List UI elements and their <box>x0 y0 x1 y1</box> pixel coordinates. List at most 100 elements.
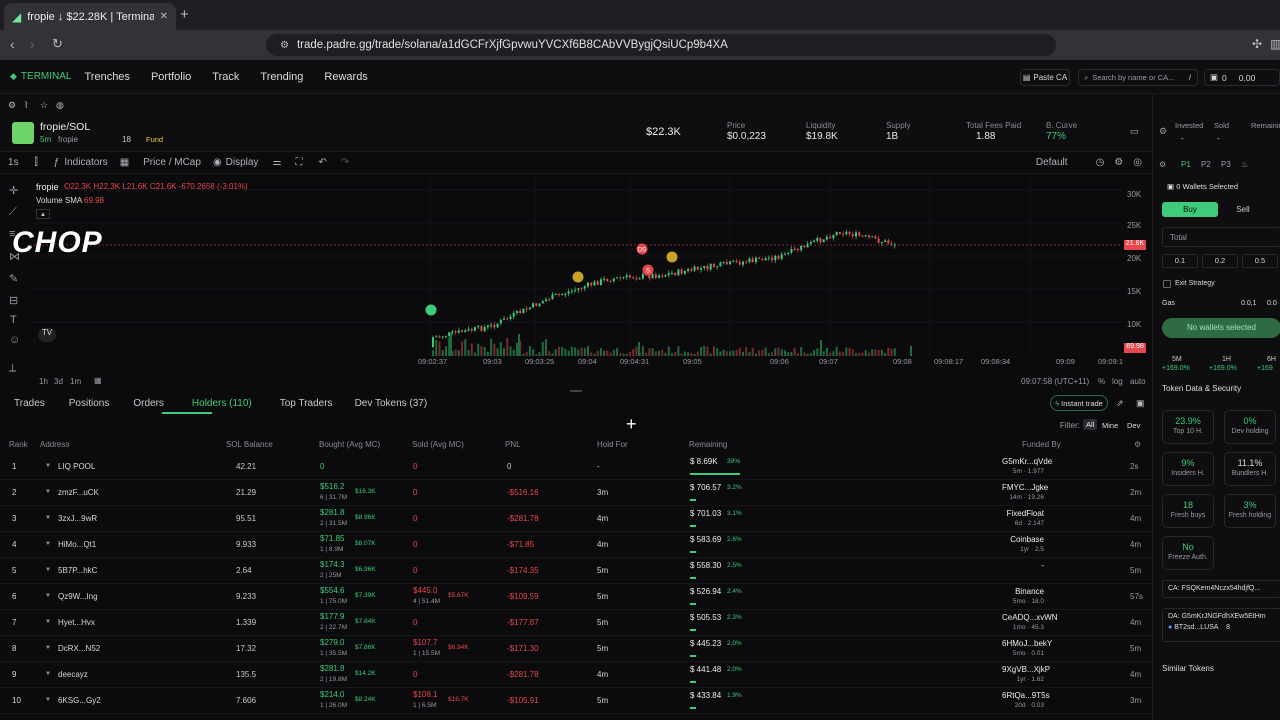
tab-dev-tokens[interactable]: Dev Tokens (37) <box>355 398 428 409</box>
preset-p2[interactable]: P2 <box>1201 160 1211 169</box>
cell-fund[interactable]: FixedFloat <box>1002 509 1044 518</box>
collapse-legend-icon[interactable]: ▴ <box>36 209 50 219</box>
reload-icon[interactable]: ↻ <box>52 36 63 52</box>
table-row[interactable]: ▼ 5 5B7P...hkC 2.64 $174.3 0 -$174.35 5m $ 558.3… <box>0 558 1152 584</box>
filter-dev[interactable]: Dev <box>1127 421 1140 430</box>
cell-addr[interactable]: DcRX...N52 <box>58 644 100 653</box>
tab-top-traders[interactable]: Top Traders <box>280 398 333 409</box>
cell-fund[interactable]: CeADQ...xvWN <box>1002 613 1058 622</box>
filter-icon[interactable]: ▼ <box>45 567 51 573</box>
filter-icon[interactable]: ▼ <box>45 515 51 521</box>
cell-addr[interactable]: LIQ POOL <box>58 462 95 471</box>
interval-select[interactable]: 1s <box>8 157 19 168</box>
expand-icon[interactable]: ▭ <box>1130 126 1139 137</box>
cell-fund[interactable]: 6RtQa...9T5s <box>1002 691 1050 700</box>
col-rank[interactable]: Rank <box>9 440 28 449</box>
settings-icon[interactable]: ⚙ <box>8 100 16 111</box>
filter-icon[interactable]: ▼ <box>45 619 51 625</box>
amount-0-1[interactable]: 0.1 <box>1162 254 1198 268</box>
nav-rewards[interactable]: Rewards <box>324 71 367 83</box>
filter-icon[interactable]: ▼ <box>45 645 51 651</box>
undo-icon[interactable]: ↶ <box>318 157 326 168</box>
cell-addr[interactable]: 3zxJ...9wR <box>58 514 97 523</box>
filter-icon[interactable]: ▼ <box>45 541 51 547</box>
paste-ca-button[interactable]: ▤ Paste CA <box>1020 69 1070 86</box>
filter-all[interactable]: All <box>1083 419 1098 430</box>
amount-0-5[interactable]: 0.5 <box>1242 254 1278 268</box>
preset-settings-icon[interactable]: ⚙ <box>1159 160 1166 169</box>
layout-default[interactable]: Default <box>1036 157 1068 168</box>
new-tab-button[interactable]: + <box>180 6 189 23</box>
cell-fund[interactable]: 9XgVB...XjkP <box>1002 665 1050 674</box>
col-funded-by[interactable]: Funded By <box>1022 440 1061 449</box>
chart-svg[interactable]: DS S <box>30 176 1122 370</box>
candle-type-icon[interactable]: ⫿ <box>35 157 38 168</box>
display-button[interactable]: Display <box>226 157 259 168</box>
filter-icon[interactable]: ▼ <box>45 593 51 599</box>
col-remaining[interactable]: Remaining <box>689 440 727 449</box>
redo-icon[interactable]: ↷ <box>341 157 349 168</box>
dev-address[interactable]: DA: G5mKrJNGFdhXEw5EtHm ● BT2sd...LUSA 8 <box>1162 608 1280 642</box>
col-bought[interactable]: Bought (Avg MC) <box>319 440 380 449</box>
extensions-icon[interactable]: ✣ <box>1252 37 1262 51</box>
fullscreen-icon[interactable]: ⛶ <box>295 157 302 168</box>
col-address[interactable]: Address <box>40 440 69 449</box>
log-toggle[interactable]: log <box>1112 377 1123 386</box>
price-chart[interactable]: DS S fropie O22.3K H22.3K L21.6K C21.6K -… <box>12 176 1122 370</box>
table-row[interactable]: ▼ 4 HiMo...Qt1 9.933 $71.85 0 -$71.85 4m $ 583.6… <box>0 532 1152 558</box>
buy-tab[interactable]: Buy <box>1162 202 1218 217</box>
filter-icon[interactable]: ▼ <box>45 671 51 677</box>
tab-positions[interactable]: Positions <box>69 398 110 409</box>
column-settings-icon[interactable]: ⚙ <box>1134 440 1141 449</box>
star-icon[interactable]: ☆ <box>40 100 48 111</box>
exit-strategy-checkbox[interactable] <box>1163 280 1171 288</box>
table-row[interactable]: ▼ 3 3zxJ...9wR 95.51 $281.8 0 -$281.78 4m $ 701.… <box>0 506 1152 532</box>
chart-icon[interactable]: ⌇ <box>24 100 28 111</box>
chart-settings-icon[interactable]: ⚙ <box>1114 157 1123 168</box>
close-tab-icon[interactable]: ✕ <box>160 11 168 22</box>
col-sold[interactable]: Sold (Avg MC) <box>412 440 464 449</box>
back-icon[interactable]: ‹ <box>10 36 15 52</box>
cell-fund[interactable]: FMYC...Jgke <box>1002 483 1048 492</box>
popout-icon[interactable]: ⇗ <box>1116 398 1124 409</box>
cell-addr[interactable]: Qz9W...Ing <box>58 592 98 601</box>
cell-addr[interactable]: deecayz <box>58 670 88 679</box>
cell-fund[interactable]: - <box>1002 561 1044 570</box>
emoji-tool-icon[interactable]: ☺ <box>9 334 20 346</box>
table-row[interactable]: ▼ 9 deecayz 135.5 $281.8 0 -$281.78 4m $ 441.48 9… <box>0 662 1152 688</box>
cell-fund[interactable]: G5mKr...qVde <box>1002 457 1052 466</box>
preset-p1[interactable]: P1 <box>1181 160 1191 169</box>
table-row[interactable]: ▼ 8 DcRX...N52 17.32 $279.0 $107.7 -$171.30 5m $… <box>0 636 1152 662</box>
cell-fund[interactable]: 6HMoJ...bekY <box>1002 639 1052 648</box>
flame-icon[interactable]: ♨ <box>1241 160 1248 169</box>
cell-fund[interactable]: Coinbase <box>1002 535 1044 544</box>
filter-mine[interactable]: Mine <box>1102 421 1118 430</box>
col-hold-for[interactable]: Hold For <box>597 440 628 449</box>
cell-addr[interactable]: Hyet...Hvx <box>58 618 95 627</box>
ruler-tool-icon[interactable]: ⊟ <box>9 294 18 307</box>
tab-orders[interactable]: Orders <box>133 398 164 409</box>
search-box[interactable]: ⌕ Search by name or CA... / <box>1078 69 1198 86</box>
url-bar[interactable]: ⚙ trade.padre.gg/trade/solana/a1dGCFrXjf… <box>266 34 1056 56</box>
percent-toggle[interactable]: % <box>1098 377 1105 386</box>
layout-split-icon[interactable]: ▣ <box>1136 398 1145 409</box>
no-wallets-button[interactable]: No wallets selected <box>1162 318 1280 338</box>
col-sol-balance[interactable]: SOL Balance <box>226 440 273 449</box>
preset-p3[interactable]: P3 <box>1221 160 1231 169</box>
contract-address[interactable]: CA: FSQKem4Nczx54hdjfQ... <box>1162 580 1280 598</box>
crosshair-tool-icon[interactable]: ✛ <box>9 184 18 197</box>
sidebar-icon[interactable]: ▥ <box>1270 37 1280 51</box>
range-1m[interactable]: 1m <box>70 377 81 386</box>
settings-sliders-icon[interactable]: ⚌ <box>272 157 281 168</box>
brush-tool-icon[interactable]: ✎ <box>9 272 18 285</box>
cell-addr[interactable]: 6KSG...Gy2 <box>58 696 101 705</box>
nav-brand[interactable]: TERMINAL <box>21 71 72 82</box>
tab-holders[interactable]: Holders (110) <box>192 398 252 409</box>
range-3d[interactable]: 3d <box>54 377 63 386</box>
cell-addr[interactable]: 5B7P...hkC <box>58 566 97 575</box>
nav-trending[interactable]: Trending <box>260 71 303 83</box>
alert-icon[interactable]: ◷ <box>1096 157 1105 168</box>
table-row[interactable]: ▼ 10 6KSG...Gy2 7.606 $214.0 $108.1 -$105.91 5m… <box>0 688 1152 714</box>
trendline-tool-icon[interactable]: ⟋ <box>9 206 17 219</box>
table-row[interactable]: ▼ 7 Hyet...Hvx 1.339 $177.9 0 -$177.87 5m $ 505.… <box>0 610 1152 636</box>
